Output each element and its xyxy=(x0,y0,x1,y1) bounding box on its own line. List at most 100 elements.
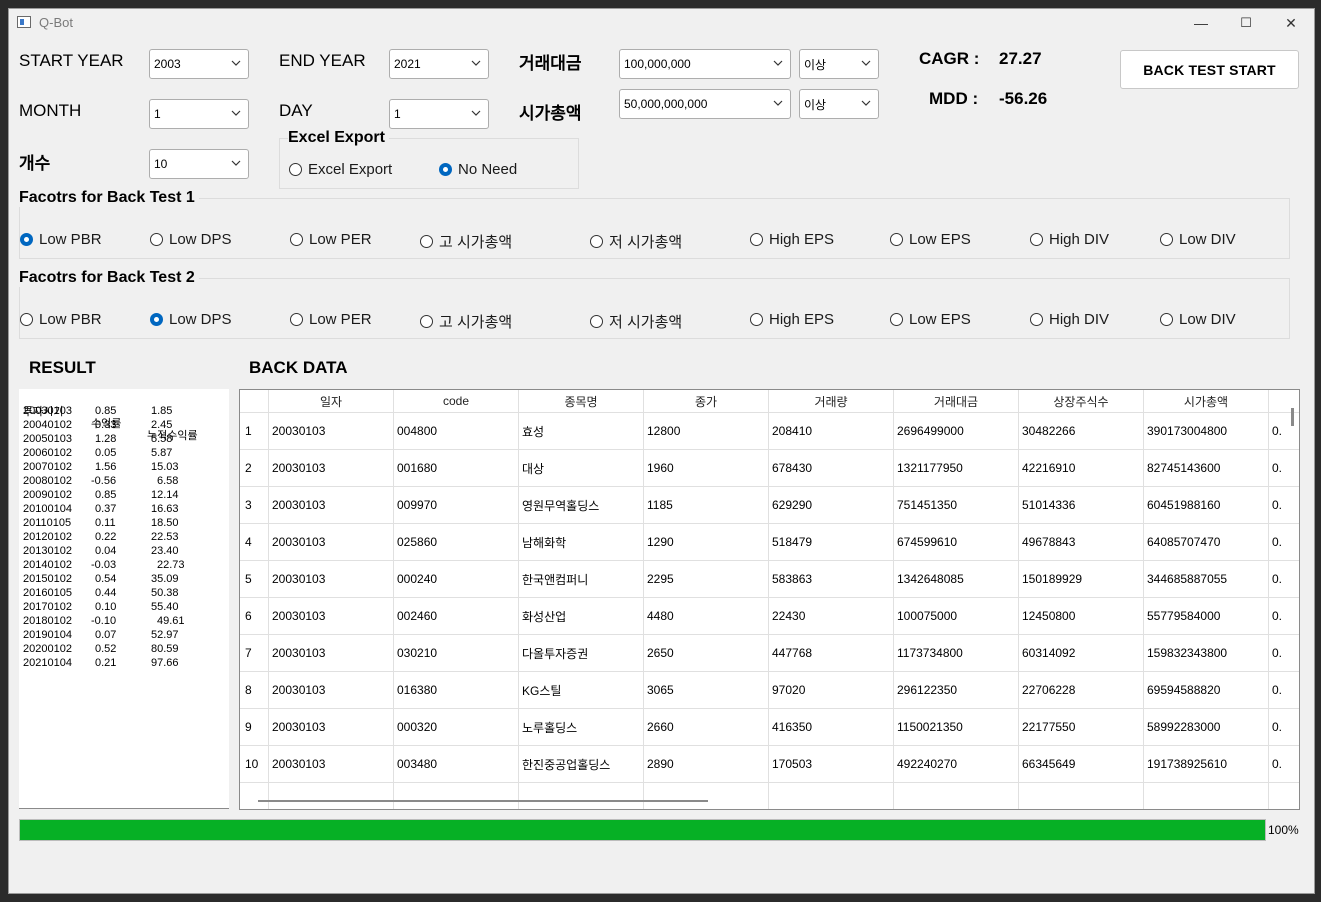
table-cell[interactable]: 4480 xyxy=(644,598,769,634)
factors1-radio-1[interactable]: Low PBR xyxy=(20,231,102,248)
table-cell[interactable]: 30482266 xyxy=(1019,413,1144,449)
table-cell[interactable]: 629290 xyxy=(769,487,894,523)
table-cell[interactable]: 42216910 xyxy=(1019,450,1144,486)
table-cell[interactable]: 82745143600 xyxy=(1144,450,1269,486)
row-header[interactable]: 2 xyxy=(240,450,269,486)
table-cell[interactable]: 58992283000 xyxy=(1144,709,1269,745)
factors2-radio-6[interactable]: High EPS xyxy=(750,311,834,328)
table-cell[interactable]: 0. xyxy=(1269,413,1299,449)
table-cell[interactable]: 002460 xyxy=(394,598,519,634)
table-cell[interactable]: 2696499000 xyxy=(894,413,1019,449)
column-header[interactable]: 상장주식수 xyxy=(1019,390,1144,412)
horizontal-scrollbar[interactable] xyxy=(258,800,708,802)
table-cell[interactable]: 49678843 xyxy=(1019,524,1144,560)
table-cell[interactable]: KG스틸 xyxy=(519,672,644,708)
start-year-select[interactable]: 2003 xyxy=(149,49,249,79)
table-cell[interactable]: 다올투자증권 xyxy=(519,635,644,671)
table-cell[interactable]: 447768 xyxy=(769,635,894,671)
table-cell[interactable]: 97020 xyxy=(769,672,894,708)
table-cell[interactable]: 2660 xyxy=(644,709,769,745)
table-cell[interactable]: 2890 xyxy=(644,746,769,782)
table-row[interactable]: 9 20030103 000320 노루홀딩스 2660 416350 1150021350… xyxy=(240,709,1299,746)
factors2-radio-8[interactable]: High DIV xyxy=(1030,311,1109,328)
table-cell[interactable]: 22177550 xyxy=(1019,709,1144,745)
table-cell[interactable]: 1342648085 xyxy=(894,561,1019,597)
table-cell[interactable]: 159832343800 xyxy=(1144,635,1269,671)
table-cell[interactable]: 0. xyxy=(1269,487,1299,523)
table-cell[interactable]: 000240 xyxy=(394,561,519,597)
factors1-radio-4[interactable]: 고 시가총액 xyxy=(420,231,512,252)
row-header[interactable]: 9 xyxy=(240,709,269,745)
factors2-radio-7[interactable]: Low EPS xyxy=(890,311,971,328)
row-header[interactable]: 3 xyxy=(240,487,269,523)
factors1-radio-9[interactable]: Low DIV xyxy=(1160,231,1236,248)
table-cell[interactable]: 20030103 xyxy=(269,598,394,634)
table-cell[interactable]: 0. xyxy=(1269,635,1299,671)
table-cell[interactable]: 55779584000 xyxy=(1144,598,1269,634)
table-cell[interactable]: 60314092 xyxy=(1019,635,1144,671)
column-header[interactable]: 거래량 xyxy=(769,390,894,412)
table-cell[interactable]: 효성 xyxy=(519,413,644,449)
table-cell[interactable]: 20030103 xyxy=(269,746,394,782)
factors1-radio-5[interactable]: 저 시가총액 xyxy=(590,231,682,252)
table-cell[interactable]: 004800 xyxy=(394,413,519,449)
maximize-button[interactable]: ☐ xyxy=(1223,9,1269,37)
table-cell[interactable]: 1173734800 xyxy=(894,635,1019,671)
table-cell[interactable]: 0. xyxy=(1269,672,1299,708)
table-cell[interactable]: 208410 xyxy=(769,413,894,449)
table-cell[interactable]: 22430 xyxy=(769,598,894,634)
column-header[interactable]: 거래대금 xyxy=(894,390,1019,412)
table-cell[interactable]: 한진중공업홀딩스 xyxy=(519,746,644,782)
table-cell[interactable]: 대상 xyxy=(519,450,644,486)
month-select[interactable]: 1 xyxy=(149,99,249,129)
table-cell[interactable]: 3065 xyxy=(644,672,769,708)
end-year-select[interactable]: 2021 xyxy=(389,49,489,79)
table-cell[interactable]: 000320 xyxy=(394,709,519,745)
back-data-grid[interactable]: 일자code종목명종가거래량거래대금상장주식수시가총액0.12003010300… xyxy=(239,389,1300,810)
factors1-radio-6[interactable]: High EPS xyxy=(750,231,834,248)
row-header[interactable]: 5 xyxy=(240,561,269,597)
table-cell[interactable]: 0. xyxy=(1269,561,1299,597)
table-cell[interactable]: 0. xyxy=(1269,450,1299,486)
table-cell[interactable]: 518479 xyxy=(769,524,894,560)
table-cell[interactable]: 001680 xyxy=(394,450,519,486)
table-cell[interactable]: 22706228 xyxy=(1019,672,1144,708)
table-cell[interactable]: 1290 xyxy=(644,524,769,560)
table-cell[interactable]: 674599610 xyxy=(894,524,1019,560)
volume-operator-select[interactable]: 이상 xyxy=(799,49,879,79)
marketcap-select[interactable]: 50,000,000,000 xyxy=(619,89,791,119)
table-cell[interactable]: 0. xyxy=(1269,709,1299,745)
table-cell[interactable]: 0. xyxy=(1269,524,1299,560)
table-row[interactable]: 1 20030103 004800 효성 12800 208410 2696499000 30… xyxy=(240,413,1299,450)
row-header[interactable]: 10 xyxy=(240,746,269,782)
column-header[interactable]: 종목명 xyxy=(519,390,644,412)
table-cell[interactable]: 170503 xyxy=(769,746,894,782)
row-header[interactable]: 8 xyxy=(240,672,269,708)
table-row[interactable]: 10 20030103 003480 한진중공업홀딩스 2890 170503 492240… xyxy=(240,746,1299,783)
table-row[interactable]: 4 20030103 025860 남해화학 1290 518479 674599610 49… xyxy=(240,524,1299,561)
table-cell[interactable]: 20030103 xyxy=(269,672,394,708)
table-cell[interactable]: 영원무역홀딩스 xyxy=(519,487,644,523)
table-cell[interactable]: 20030103 xyxy=(269,450,394,486)
row-header[interactable]: 7 xyxy=(240,635,269,671)
table-cell[interactable]: 191738925610 xyxy=(1144,746,1269,782)
table-cell[interactable]: 344685887055 xyxy=(1144,561,1269,597)
table-cell[interactable]: 2650 xyxy=(644,635,769,671)
factors2-radio-1[interactable]: Low PBR xyxy=(20,311,102,328)
factors1-radio-2[interactable]: Low DPS xyxy=(150,231,232,248)
table-cell[interactable]: 20030103 xyxy=(269,635,394,671)
table-cell[interactable]: 20030103 xyxy=(269,709,394,745)
table-cell[interactable]: 492240270 xyxy=(894,746,1019,782)
vertical-scrollbar[interactable] xyxy=(1291,408,1294,426)
table-row[interactable]: 5 20030103 000240 한국앤컴퍼니 2295 583863 134264808… xyxy=(240,561,1299,598)
table-cell[interactable]: 1185 xyxy=(644,487,769,523)
column-header[interactable]: 시가총액 xyxy=(1144,390,1269,412)
table-cell[interactable]: 1321177950 xyxy=(894,450,1019,486)
table-cell[interactable]: 583863 xyxy=(769,561,894,597)
row-header[interactable]: 6 xyxy=(240,598,269,634)
no-need-radio[interactable]: No Need xyxy=(439,161,517,178)
table-row[interactable]: 7 20030103 030210 다올투자증권 2650 447768 117373480… xyxy=(240,635,1299,672)
factors1-radio-7[interactable]: Low EPS xyxy=(890,231,971,248)
table-cell[interactable]: 20030103 xyxy=(269,413,394,449)
factors1-radio-8[interactable]: High DIV xyxy=(1030,231,1109,248)
